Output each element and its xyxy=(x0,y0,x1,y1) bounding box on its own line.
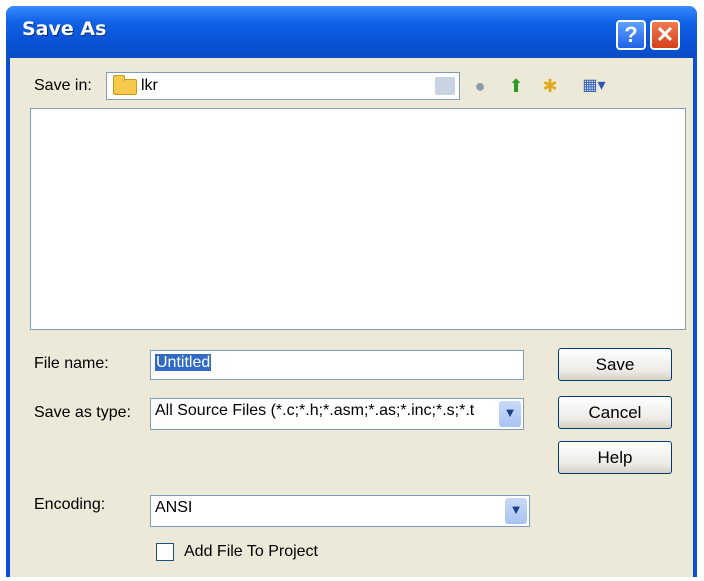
add-to-project-checkbox[interactable] xyxy=(156,543,174,561)
save-as-type-select[interactable]: All Source Files (*.c;*.h;*.asm;*.as;*.i… xyxy=(150,398,524,430)
up-folder-icon[interactable]: ⬆ xyxy=(504,74,528,98)
back-icon[interactable] xyxy=(435,77,455,95)
save-in-combo[interactable]: lkr xyxy=(106,72,460,100)
window-title: Save As xyxy=(22,18,107,40)
help-icon[interactable]: ? xyxy=(616,20,646,50)
help-button[interactable]: Help xyxy=(558,441,672,474)
folder-icon xyxy=(113,75,137,95)
save-in-value: lkr xyxy=(141,77,158,94)
encoding-select[interactable]: ANSI ▼ xyxy=(150,495,530,527)
new-folder-icon[interactable]: ✱ xyxy=(538,74,562,98)
cancel-button[interactable]: Cancel xyxy=(558,396,672,429)
save-as-type-value: All Source Files (*.c;*.h;*.asm;*.as;*.i… xyxy=(155,402,475,419)
encoding-value: ANSI xyxy=(155,499,193,516)
close-icon[interactable]: ✕ xyxy=(650,20,680,50)
save-in-label: Save in: xyxy=(34,77,92,94)
recent-icon[interactable]: ● xyxy=(468,74,492,98)
file-list[interactable] xyxy=(30,108,686,330)
save-button[interactable]: Save xyxy=(558,348,672,381)
title-bar[interactable]: Save As ? ✕ xyxy=(6,6,697,58)
dialog-body: Save in: lkr ● ⬆ ✱ ▦▾ File name: Untitle… xyxy=(10,58,693,577)
save-as-type-label: Save as type: xyxy=(34,404,131,421)
views-menu-icon[interactable]: ▦▾ xyxy=(576,74,612,98)
file-name-input[interactable]: Untitled xyxy=(150,350,524,380)
save-as-dialog: Save As ? ✕ Save in: lkr ● ⬆ ✱ ▦▾ File n… xyxy=(6,6,697,577)
chevron-down-icon[interactable]: ▼ xyxy=(505,498,527,524)
encoding-label: Encoding: xyxy=(34,496,106,513)
chevron-down-icon[interactable]: ▼ xyxy=(499,401,521,427)
add-to-project-label: Add File To Project xyxy=(184,543,318,560)
file-name-label: File name: xyxy=(34,355,109,372)
file-name-value: Untitled xyxy=(155,354,212,371)
